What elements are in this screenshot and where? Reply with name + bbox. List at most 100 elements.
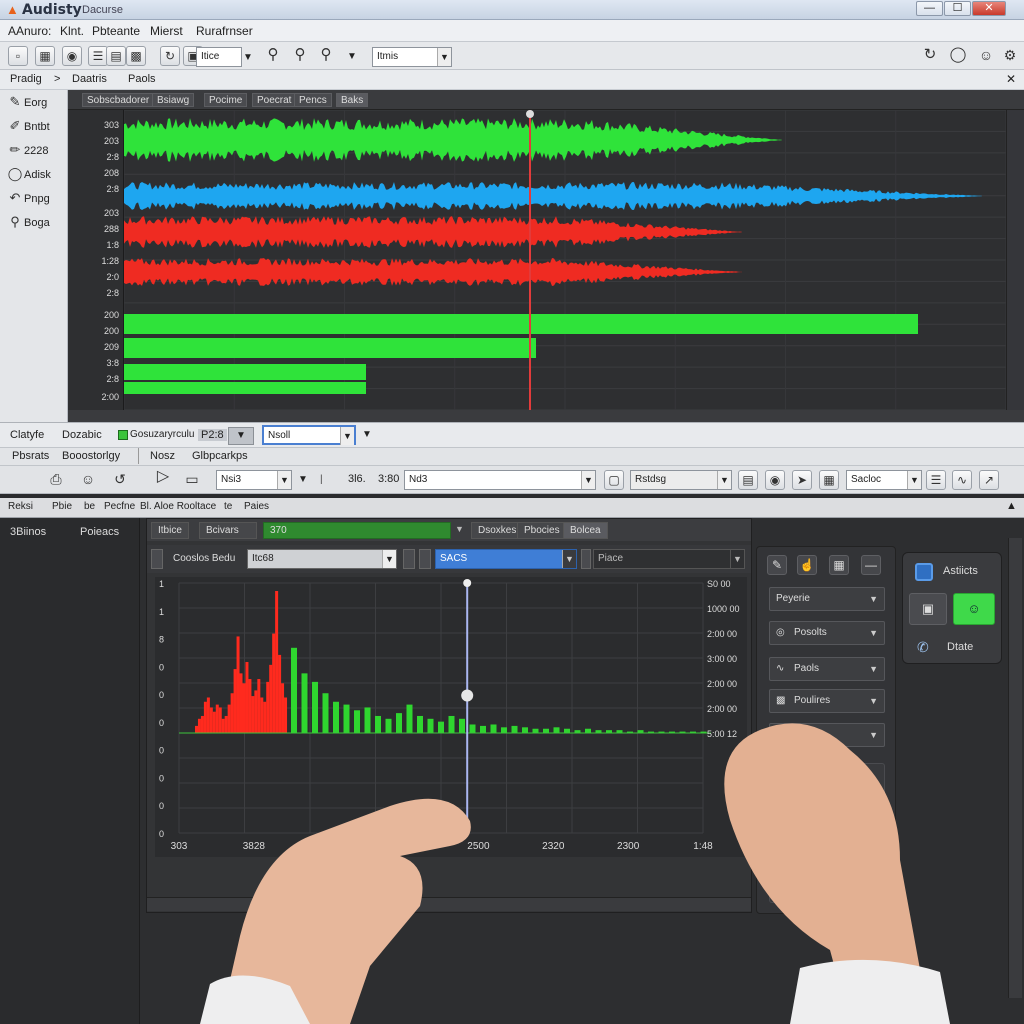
midbar-combo[interactable]: Nsoll ▼ — [262, 425, 356, 445]
marker-handle-mid[interactable] — [461, 689, 474, 702]
breadcrumb-item-1[interactable]: Pradig — [10, 73, 42, 85]
dock-item-4[interactable]: ◯ Adisk — [6, 166, 51, 186]
brush-icon[interactable]: ✎ — [767, 555, 787, 575]
grid-icon[interactable]: ▦ — [819, 470, 839, 490]
handle-icon[interactable] — [403, 549, 415, 569]
chevron-down-icon[interactable]: ▼ — [243, 52, 253, 63]
right-select-1[interactable]: Peyerie ▼ — [769, 587, 885, 611]
midbar2-item-3[interactable]: Nosz — [150, 450, 175, 462]
refresh-icon[interactable]: ↻ — [920, 46, 940, 66]
zoom-out-icon[interactable]: ⚲ — [290, 46, 310, 66]
tab-4[interactable]: Pbocies — [517, 522, 567, 539]
collapse-icon[interactable]: ▲ — [1006, 500, 1017, 512]
lock-icon[interactable]: ▣ — [909, 593, 947, 625]
lower-head-item-3[interactable]: be — [84, 501, 95, 512]
user-icon[interactable]: ☺ — [78, 470, 98, 490]
toolbar-combo-1[interactable]: Itice — [196, 47, 242, 67]
lower-head-item-7[interactable]: Paies — [244, 501, 269, 512]
dock-item-5[interactable]: ↶ Pnpg — [6, 190, 50, 210]
zoom-in-icon[interactable]: ⚲ — [263, 46, 283, 66]
copy-icon[interactable]: ▤ — [106, 46, 126, 66]
lower-head-item-1[interactable]: Reksi — [8, 501, 33, 512]
dock-item-3[interactable]: ✏ 2228 — [6, 142, 49, 162]
track-tab-3[interactable]: Pocime — [204, 93, 248, 107]
lower-head-item-6[interactable]: te — [224, 501, 232, 512]
right-select-3[interactable]: ∿ Paols ▼ — [769, 657, 885, 681]
playhead-handle[interactable] — [526, 110, 534, 118]
list-item[interactable]: 3Biinos — [10, 526, 46, 538]
close-button[interactable]: ✕ — [972, 1, 1006, 16]
menu-item-4[interactable]: Mierst — [150, 24, 183, 38]
help-icon[interactable]: ◯ — [948, 46, 968, 66]
list-item[interactable]: Poieacs — [80, 526, 119, 538]
transport-combo-3[interactable]: Rstdsg ▼ — [630, 470, 732, 490]
dock-item-6[interactable]: ⚲ Boga — [6, 214, 49, 234]
track-tab-5[interactable]: Pencs — [294, 93, 332, 107]
spectrum-combo-3[interactable]: Piace ▼ — [593, 549, 745, 569]
user-icon[interactable]: ☺ — [976, 46, 996, 66]
waveform-area[interactable] — [124, 110, 1006, 410]
handle-icon[interactable] — [419, 549, 431, 569]
sliders-icon[interactable]: ☰ — [926, 470, 946, 490]
settings-icon[interactable]: ⚙ — [1000, 46, 1020, 66]
spectrum-combo-2[interactable]: SACS ▼ — [435, 549, 577, 569]
midbar-item-2[interactable]: Dozabic — [62, 429, 102, 441]
right-select-2[interactable]: ◎ Posolts ▼ — [769, 621, 885, 645]
grid-icon[interactable]: ▦ — [35, 46, 55, 66]
graph-icon[interactable]: ∿ — [952, 470, 972, 490]
lower-head-item-4[interactable]: Pecfne — [104, 501, 135, 512]
loop-icon[interactable]: ↺ — [110, 470, 130, 490]
handle-icon[interactable] — [151, 549, 163, 569]
lower-head-item-5[interactable]: Bl. Aloe Rooltace — [140, 501, 216, 512]
eraser-icon[interactable]: ▭ — [182, 470, 202, 490]
export-icon[interactable]: ↗ — [979, 470, 999, 490]
minimize-button[interactable]: — — [916, 1, 943, 16]
zoom-fit-icon[interactable]: ⚲ — [316, 46, 336, 66]
marker-handle-top[interactable] — [463, 579, 472, 587]
transport-combo-2[interactable]: Nd3 ▼ — [404, 470, 596, 490]
tab-1[interactable]: Itbice — [151, 522, 189, 539]
pointer-icon[interactable]: ☝ — [797, 555, 817, 575]
track-tab-2[interactable]: Bsiawg — [152, 93, 195, 107]
toolbar-combo-2[interactable]: Itmis ▼ — [372, 47, 452, 67]
tab-green[interactable]: 370 — [263, 522, 451, 539]
minus-icon[interactable]: — — [861, 555, 881, 575]
chevron-down-icon[interactable]: ▼ — [298, 474, 308, 485]
midbar-item-1[interactable]: Clatyfe — [10, 429, 44, 441]
track-scrollbar[interactable] — [68, 410, 1024, 422]
track-vscroll[interactable] — [1006, 110, 1024, 410]
dock-item-2[interactable]: ✐ Bntbt — [6, 118, 50, 138]
track-tab-1[interactable]: Sobscbadorer — [82, 93, 155, 107]
midbar2-item-4[interactable]: Glbpcarkps — [192, 450, 248, 462]
camera-icon[interactable]: ◉ — [765, 470, 785, 490]
printer-icon[interactable]: ⎙ — [46, 470, 66, 490]
list-icon[interactable]: ☰ — [88, 46, 108, 66]
play-icon[interactable]: ▷ — [150, 468, 176, 492]
midbar2-item-1[interactable]: Pbsrats — [12, 450, 49, 462]
grid-icon[interactable]: ▦ — [829, 555, 849, 575]
stop-icon[interactable]: ▢ — [604, 470, 624, 490]
cycle-icon[interactable]: ↻ — [160, 46, 180, 66]
spectrum-combo-1[interactable]: Itc68 ▼ — [247, 549, 397, 569]
record-icon[interactable]: ◉ — [62, 46, 82, 66]
chevron-down-icon[interactable]: ▼ — [362, 429, 372, 440]
dropdown-arrow-icon[interactable]: ▼ — [347, 51, 357, 62]
chevron-down-icon[interactable]: ▼ — [455, 524, 464, 534]
breadcrumb-item-3[interactable]: Paols — [128, 73, 156, 85]
maximize-button[interactable]: ☐ — [944, 1, 971, 16]
track-tab-6[interactable]: Baks — [336, 93, 369, 107]
tab-2[interactable]: Bcivars — [199, 522, 257, 539]
dock-item-1[interactable]: ✎ Eorg — [6, 94, 48, 114]
breadcrumb-item-2[interactable]: Daatris — [72, 73, 107, 85]
table-icon[interactable]: ▩ — [126, 46, 146, 66]
chevron-down-icon[interactable]: ▼ — [228, 427, 254, 445]
lower-head-item-2[interactable]: Pbie — [52, 501, 72, 512]
tab-3[interactable]: Dsoxkes — [471, 522, 524, 539]
menu-item-5[interactable]: Rurafrnser — [196, 24, 253, 38]
transport-combo-1[interactable]: Nsi3 ▼ — [216, 470, 292, 490]
close-icon[interactable]: ✕ — [1006, 72, 1016, 86]
actions-item[interactable]: Dtate — [947, 641, 973, 653]
menu-item-1[interactable]: AAnuro: — [8, 24, 51, 38]
tab-5[interactable]: Bolcea — [563, 522, 608, 539]
speaker-icon[interactable]: ▫ — [8, 46, 28, 66]
